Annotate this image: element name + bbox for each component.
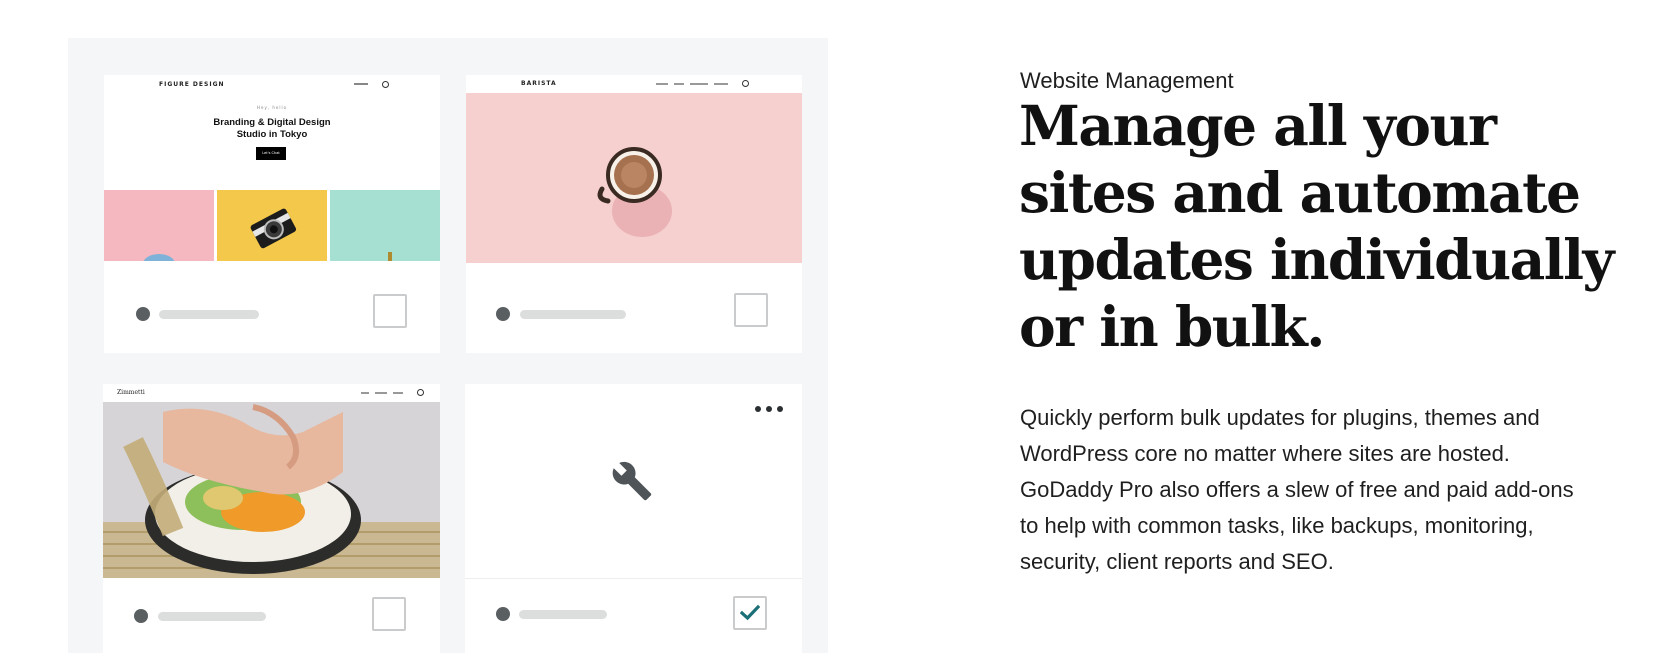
object-image — [388, 252, 392, 261]
site-preview-nav: FIGURE DESIGN — [104, 75, 440, 95]
site-card-barista[interactable]: BARISTA — [466, 75, 802, 353]
site-card-footer — [465, 579, 802, 653]
site-hero-title: Branding & Digital Design Studio in Toky… — [104, 117, 440, 141]
site-hero-image — [466, 93, 802, 263]
site-brand: BARISTA — [521, 80, 557, 87]
section-body: Quickly perform bulk updates for plugins… — [1020, 405, 1574, 574]
wrench-icon — [611, 460, 653, 502]
sites-grid-panel: FIGURE DESIGN Hey, hello Branding & Digi… — [68, 38, 828, 653]
site-brand: FIGURE DESIGN — [159, 81, 225, 88]
bowl-image — [143, 254, 175, 261]
site-card-maintenance[interactable] — [465, 384, 802, 653]
coffee-cup-image — [597, 147, 672, 237]
site-name-placeholder — [520, 310, 626, 319]
search-icon — [742, 80, 749, 87]
site-nav-links — [361, 392, 403, 394]
site-hero-image — [103, 402, 440, 578]
site-status-dot — [136, 307, 150, 321]
site-status-dot — [134, 609, 148, 623]
select-site-checkbox-checked[interactable] — [733, 596, 767, 630]
section-eyebrow: Website Management — [1020, 68, 1234, 93]
portfolio-tile-pink — [104, 190, 214, 261]
site-name-placeholder — [159, 310, 259, 319]
site-preview-nav: Zimmetti — [103, 384, 440, 402]
site-card-footer — [104, 267, 440, 353]
site-status-dot — [496, 607, 510, 621]
site-cta-button: Let's Chat — [256, 147, 286, 160]
more-options-icon[interactable] — [755, 404, 785, 414]
site-card-footer — [103, 578, 440, 653]
sushi-roll-image — [103, 402, 440, 578]
site-nav-links — [656, 83, 728, 85]
select-site-checkbox[interactable] — [373, 294, 407, 328]
search-icon — [417, 389, 424, 396]
portfolio-tile-yellow — [217, 190, 327, 261]
site-preview-nav: BARISTA — [466, 75, 802, 93]
site-status-dot — [496, 307, 510, 321]
select-site-checkbox[interactable] — [372, 597, 406, 631]
site-card-footer — [466, 267, 802, 353]
select-site-checkbox[interactable] — [734, 293, 768, 327]
site-eyebrow: Hey, hello — [256, 105, 288, 110]
site-hero-title-line1: Branding & Digital Design — [213, 117, 331, 128]
camera-image — [250, 208, 297, 249]
site-brand: Zimmetti — [117, 389, 145, 396]
search-icon — [382, 81, 389, 88]
site-name-placeholder — [158, 612, 266, 621]
portfolio-tile-mint — [330, 190, 440, 261]
site-name-placeholder — [519, 610, 607, 619]
site-nav-links — [354, 83, 368, 85]
site-card-figure-design[interactable]: FIGURE DESIGN Hey, hello Branding & Digi… — [104, 75, 440, 353]
checkmark-icon — [740, 604, 760, 621]
section-headline: Manage all your sites and automate updat… — [1019, 93, 1614, 359]
site-hero-title-line2: Studio in Tokyo — [236, 129, 308, 140]
site-card-zimmetti[interactable]: Zimmetti — [103, 384, 440, 653]
